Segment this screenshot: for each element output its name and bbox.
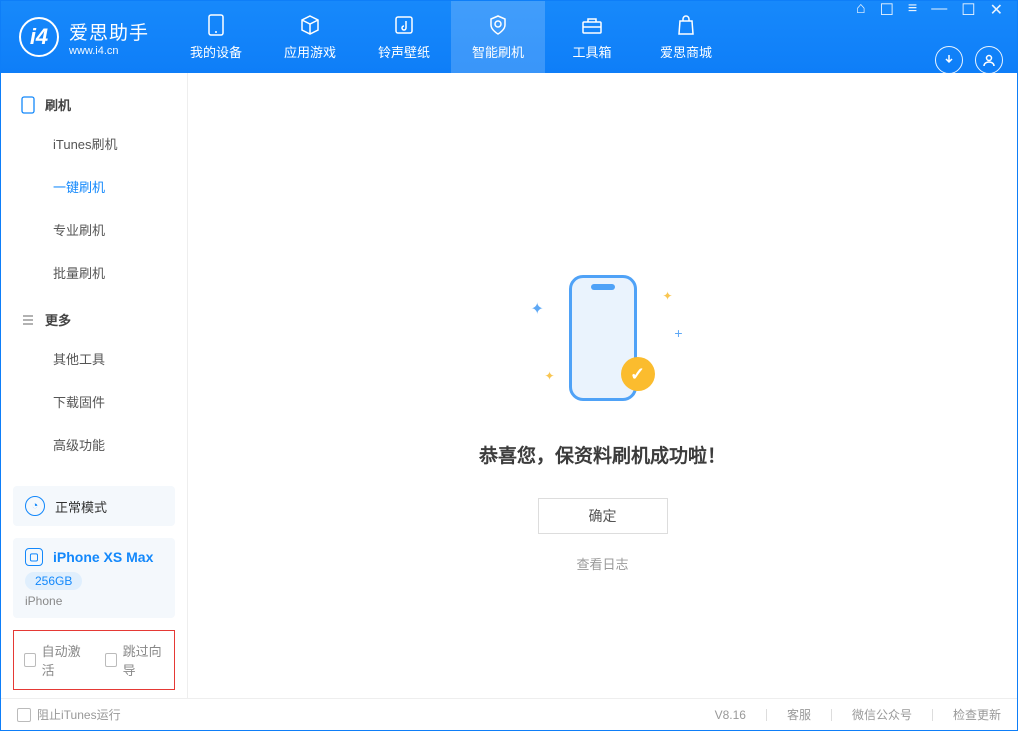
skip-guide-checkbox[interactable]: 跳过向导: [105, 641, 164, 679]
nav-label: 我的设备: [190, 42, 242, 61]
tshirt-icon[interactable]: ⌂: [856, 0, 866, 20]
device-icon: ▢: [25, 548, 43, 566]
toolbox-icon: [581, 14, 603, 36]
music-note-icon: [393, 14, 415, 36]
nav-label: 工具箱: [573, 42, 612, 61]
app-logo-icon: i4: [19, 17, 59, 57]
checkbox-icon: [105, 653, 117, 667]
nav-label: 爱思商城: [660, 42, 712, 61]
divider: [766, 709, 767, 721]
divider: [932, 709, 933, 721]
mode-icon: ◔: [25, 496, 45, 516]
status-bar: 阻止iTunes运行 V8.16 客服 微信公众号 检查更新: [1, 698, 1017, 730]
app-logo-text: 爱思助手 www.i4.cn: [69, 18, 149, 57]
window-controls: ⌂ ☐ ≡ — ☐ ✕: [856, 0, 1003, 20]
support-link[interactable]: 客服: [787, 706, 811, 723]
titlebar-right: ⌂ ☐ ≡ — ☐ ✕: [856, 0, 1003, 74]
nav-apps-games[interactable]: 应用游戏: [263, 1, 357, 73]
maximize-button[interactable]: ☐: [961, 0, 975, 20]
close-button[interactable]: ✕: [990, 0, 1003, 20]
view-log-link[interactable]: 查看日志: [576, 554, 628, 573]
sidebar-item-itunes-flash[interactable]: iTunes刷机: [1, 122, 187, 165]
checkbox-label: 自动激活: [42, 641, 83, 679]
mode-label: 正常模式: [55, 497, 107, 516]
nav-ringtone-wallpaper[interactable]: 铃声壁纸: [357, 1, 451, 73]
app-subtitle: www.i4.cn: [69, 45, 149, 57]
sidebar-item-download-firmware[interactable]: 下载固件: [1, 380, 187, 423]
top-nav: 我的设备 应用游戏 铃声壁纸 智能刷机 工具箱 爱思商城: [169, 1, 733, 73]
list-icon: [21, 313, 35, 327]
download-button[interactable]: [935, 46, 963, 74]
device-storage-pill: 256GB: [25, 572, 82, 590]
body: 刷机 iTunes刷机 一键刷机 专业刷机 批量刷机 更多 其他工具 下载固件 …: [1, 73, 1017, 698]
sidebar-section-title: 刷机: [45, 95, 71, 114]
main-content: ✦ ✦ ✦ + ✓ 恭喜您，保资料刷机成功啦！ 确定 查看日志: [188, 73, 1017, 698]
version-label: V8.16: [715, 708, 746, 722]
sidebar: 刷机 iTunes刷机 一键刷机 专业刷机 批量刷机 更多 其他工具 下载固件 …: [1, 73, 188, 698]
nav-store[interactable]: 爱思商城: [639, 1, 733, 73]
footer-right: V8.16 客服 微信公众号 检查更新: [715, 706, 1001, 723]
sparkle-icon: ✦: [662, 289, 672, 303]
nav-label: 应用游戏: [284, 42, 336, 61]
sidebar-item-advanced[interactable]: 高级功能: [1, 423, 187, 466]
wechat-link[interactable]: 微信公众号: [852, 706, 912, 723]
app-title: 爱思助手: [69, 18, 149, 45]
sidebar-section-flash: 刷机: [1, 87, 187, 122]
sparkle-icon: +: [674, 325, 682, 341]
title-bar: i4 爱思助手 www.i4.cn 我的设备 应用游戏 铃声壁纸 智能刷机 工具…: [1, 1, 1017, 73]
shield-icon: [487, 14, 509, 36]
ok-button[interactable]: 确定: [538, 498, 668, 534]
divider: [831, 709, 832, 721]
check-update-link[interactable]: 检查更新: [953, 706, 1001, 723]
app-logo-area: i4 爱思助手 www.i4.cn: [19, 17, 149, 57]
feedback-icon[interactable]: ☐: [880, 0, 894, 20]
user-button[interactable]: [975, 46, 1003, 74]
sidebar-section-more: 更多: [1, 302, 187, 337]
checkbox-label: 跳过向导: [123, 641, 164, 679]
checkbox-icon: [24, 653, 36, 667]
success-check-badge-icon: ✓: [621, 357, 655, 391]
checkbox-label: 阻止iTunes运行: [37, 706, 121, 723]
device-type: iPhone: [25, 594, 163, 608]
sparkle-icon: ✦: [545, 369, 555, 383]
success-message: 恭喜您，保资料刷机成功啦！: [479, 441, 726, 468]
sidebar-item-one-click-flash[interactable]: 一键刷机: [1, 165, 187, 208]
sidebar-item-batch-flash[interactable]: 批量刷机: [1, 251, 187, 294]
checkbox-icon: [17, 708, 31, 722]
device-card[interactable]: ▢ iPhone XS Max 256GB iPhone: [13, 538, 175, 618]
device-name: iPhone XS Max: [53, 549, 153, 565]
flash-options-row: 自动激活 跳过向导: [13, 630, 175, 690]
nav-label: 智能刷机: [472, 42, 524, 61]
sidebar-item-other-tools[interactable]: 其他工具: [1, 337, 187, 380]
nav-my-device[interactable]: 我的设备: [169, 1, 263, 73]
bag-icon: [675, 14, 697, 36]
block-itunes-checkbox[interactable]: 阻止iTunes运行: [17, 706, 121, 723]
phone-icon: [205, 14, 227, 36]
mode-card[interactable]: ◔ 正常模式: [13, 486, 175, 526]
sidebar-section-title: 更多: [45, 310, 71, 329]
sparkle-icon: ✦: [531, 299, 544, 319]
sidebar-item-pro-flash[interactable]: 专业刷机: [1, 208, 187, 251]
minimize-button[interactable]: —: [931, 0, 947, 20]
nav-label: 铃声壁纸: [378, 42, 430, 61]
menu-icon[interactable]: ≡: [908, 0, 917, 20]
success-illustration: ✦ ✦ ✦ + ✓: [503, 263, 703, 413]
cube-icon: [299, 14, 321, 36]
nav-smart-flash[interactable]: 智能刷机: [451, 1, 545, 73]
phone-outline-icon: [21, 96, 35, 114]
nav-toolbox[interactable]: 工具箱: [545, 1, 639, 73]
auto-activate-checkbox[interactable]: 自动激活: [24, 641, 83, 679]
